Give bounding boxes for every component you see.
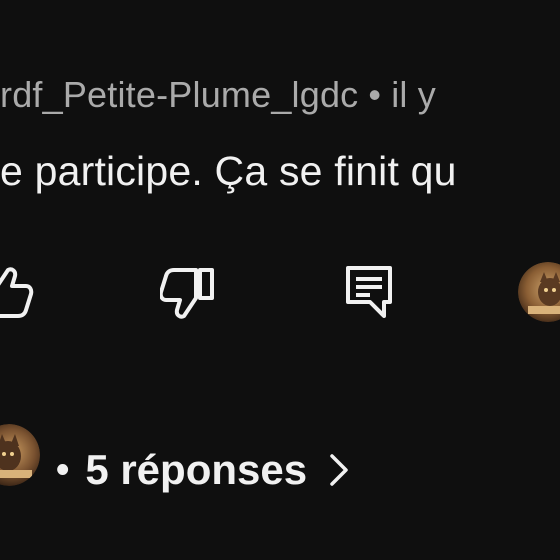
replies-count-label[interactable]: 5 réponses (85, 446, 307, 494)
comment-header: rdf_Petite-Plume_lgdc • il y (0, 74, 436, 116)
comment-text: e participe. Ça se finit qu (0, 148, 457, 194)
thumbs-down-icon[interactable] (160, 266, 216, 320)
comment-timestamp: il y (391, 74, 437, 115)
comment-reply-icon[interactable] (344, 264, 394, 320)
header-separator: • (368, 74, 382, 115)
thumbs-up-icon[interactable] (0, 266, 34, 318)
replies-dot: • (56, 448, 70, 491)
comment-author[interactable]: rdf_Petite-Plume_lgdc (0, 74, 358, 115)
replies-toggle[interactable]: • 5 réponses (56, 440, 349, 500)
creator-avatar (518, 262, 560, 322)
chevron-right-icon[interactable] (329, 453, 349, 487)
reply-avatar (0, 424, 40, 486)
